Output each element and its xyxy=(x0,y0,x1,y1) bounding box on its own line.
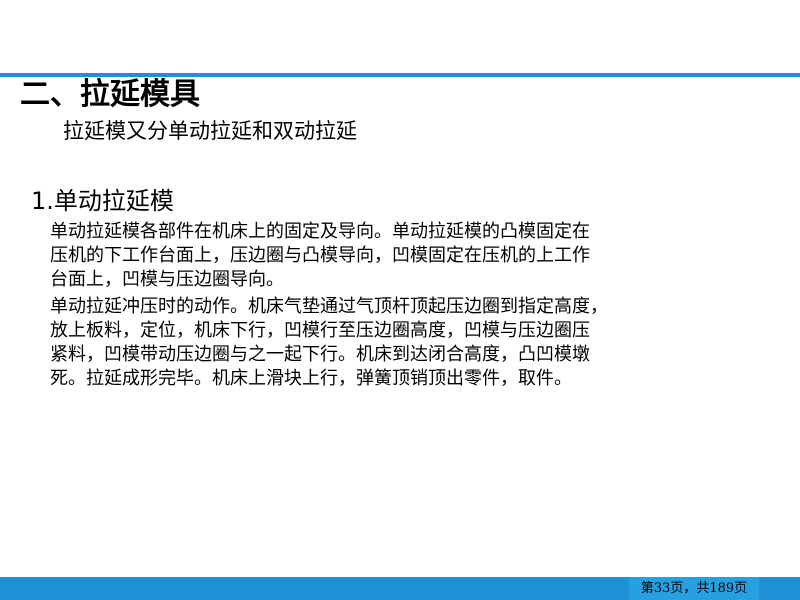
page-indicator: 第33页，共189页 xyxy=(629,577,759,600)
paragraph-press-action: 单动拉延冲压时的动作。机床气垫通过气顶杆顶起压边圈到指定高度， 放上板料，定位，… xyxy=(50,295,750,391)
paragraph-line: 单动拉延模各部件在机床上的固定及导向。单动拉延模的凸模固定在 xyxy=(50,221,590,242)
paragraph-line: 单动拉延冲压时的动作。机床气垫通过气顶杆顶起压边圈到指定高度， xyxy=(50,296,608,317)
paragraph-fixing-guidance: 单动拉延模各部件在机床上的固定及导向。单动拉延模的凸模固定在 压机的下工作台面上… xyxy=(50,220,750,292)
slide-heading: 二、拉延模具 xyxy=(20,77,200,112)
paragraph-line: 放上板料，定位，机床下行，凹模行至压边圈高度，凹模与压边圈压 xyxy=(50,320,590,341)
section-title: 1.单动拉延模 xyxy=(31,187,174,215)
paragraph-line: 死。拉延成形完毕。机床上滑块上行，弹簧顶销顶出零件，取件。 xyxy=(50,368,572,389)
paragraph-line: 紧料，凹模带动压边圈与之一起下行。机床到达闭合高度，凸凹模墩 xyxy=(50,344,590,365)
slide-subheading: 拉延模又分单动拉延和双动拉延 xyxy=(63,119,357,143)
paragraph-line: 压机的下工作台面上，压边圈与凸模导向，凹模固定在压机的上工作 xyxy=(50,245,590,266)
paragraph-line: 台面上，凹模与压边圈导向。 xyxy=(50,269,284,290)
